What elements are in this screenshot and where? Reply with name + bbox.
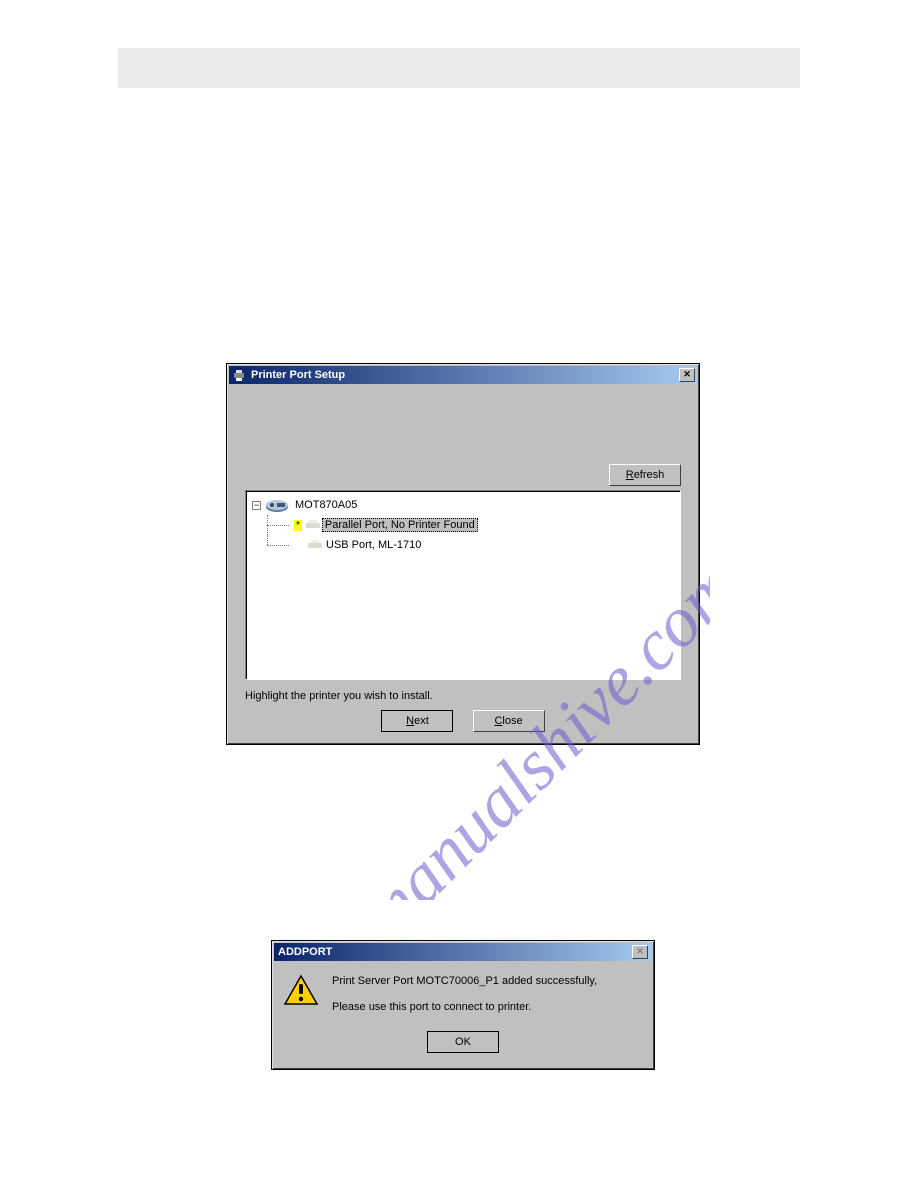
printer-tree-listbox[interactable]: − MOT870A05 * <box>245 490 681 680</box>
tree-item[interactable]: * Parallel Port, No Printer Found <box>264 515 674 535</box>
ok-button[interactable]: OK <box>427 1031 499 1053</box>
tree-root-item[interactable]: − MOT870A05 <box>252 495 674 515</box>
dialog-body: Print Server Port MOTC70006_P1 added suc… <box>272 963 654 1031</box>
refresh-label-tail: efresh <box>634 469 665 481</box>
dialog-buttons-row: Next Close <box>227 710 699 732</box>
tree-item[interactable]: USB Port, ML-1710 <box>264 535 674 555</box>
close-label-tail: lose <box>502 715 522 727</box>
printer-icon <box>231 368 247 382</box>
dialog-title: ADDPORT <box>278 946 632 958</box>
close-button[interactable]: Close <box>473 710 545 732</box>
hint-text: Highlight the printer you wish to instal… <box>245 690 433 702</box>
tree-item-label: Parallel Port, No Printer Found <box>322 518 478 532</box>
next-label-tail: ext <box>414 715 429 727</box>
tree-connector-icon <box>264 515 294 535</box>
addport-dialog: ADDPORT ✕ Print Server Port MOTC70006_P1… <box>271 940 655 1070</box>
print-server-icon <box>265 497 289 513</box>
printer-port-setup-dialog: Printer Port Setup ✕ Refresh − MOT8 <box>226 363 700 745</box>
warning-icon <box>284 975 318 1005</box>
tree-item-label: USB Port, ML-1710 <box>324 539 423 551</box>
printer-small-icon <box>306 538 324 552</box>
close-icon[interactable]: ✕ <box>679 368 695 382</box>
dialog-title: Printer Port Setup <box>251 369 679 381</box>
message-text: Print Server Port MOTC70006_P1 added suc… <box>332 973 642 1025</box>
next-button[interactable]: Next <box>381 710 453 732</box>
close-icon[interactable]: ✕ <box>632 945 648 959</box>
refresh-button[interactable]: Refresh <box>609 464 681 486</box>
tree-root-label: MOT870A05 <box>293 499 359 511</box>
message-line: Print Server Port MOTC70006_P1 added suc… <box>332 973 642 989</box>
titlebar[interactable]: ADDPORT ✕ <box>274 943 652 961</box>
collapse-icon[interactable]: − <box>252 501 261 510</box>
dialog-body: Refresh − MOT870A05 * <box>227 386 699 744</box>
tree-connector-icon <box>264 535 294 555</box>
selected-marker-icon: * <box>294 520 302 531</box>
printer-small-icon <box>304 518 322 532</box>
dialog-buttons-row: OK <box>272 1031 654 1059</box>
message-line: Please use this port to connect to print… <box>332 999 642 1015</box>
titlebar[interactable]: Printer Port Setup ✕ <box>229 366 697 384</box>
page-header-band <box>118 48 800 88</box>
